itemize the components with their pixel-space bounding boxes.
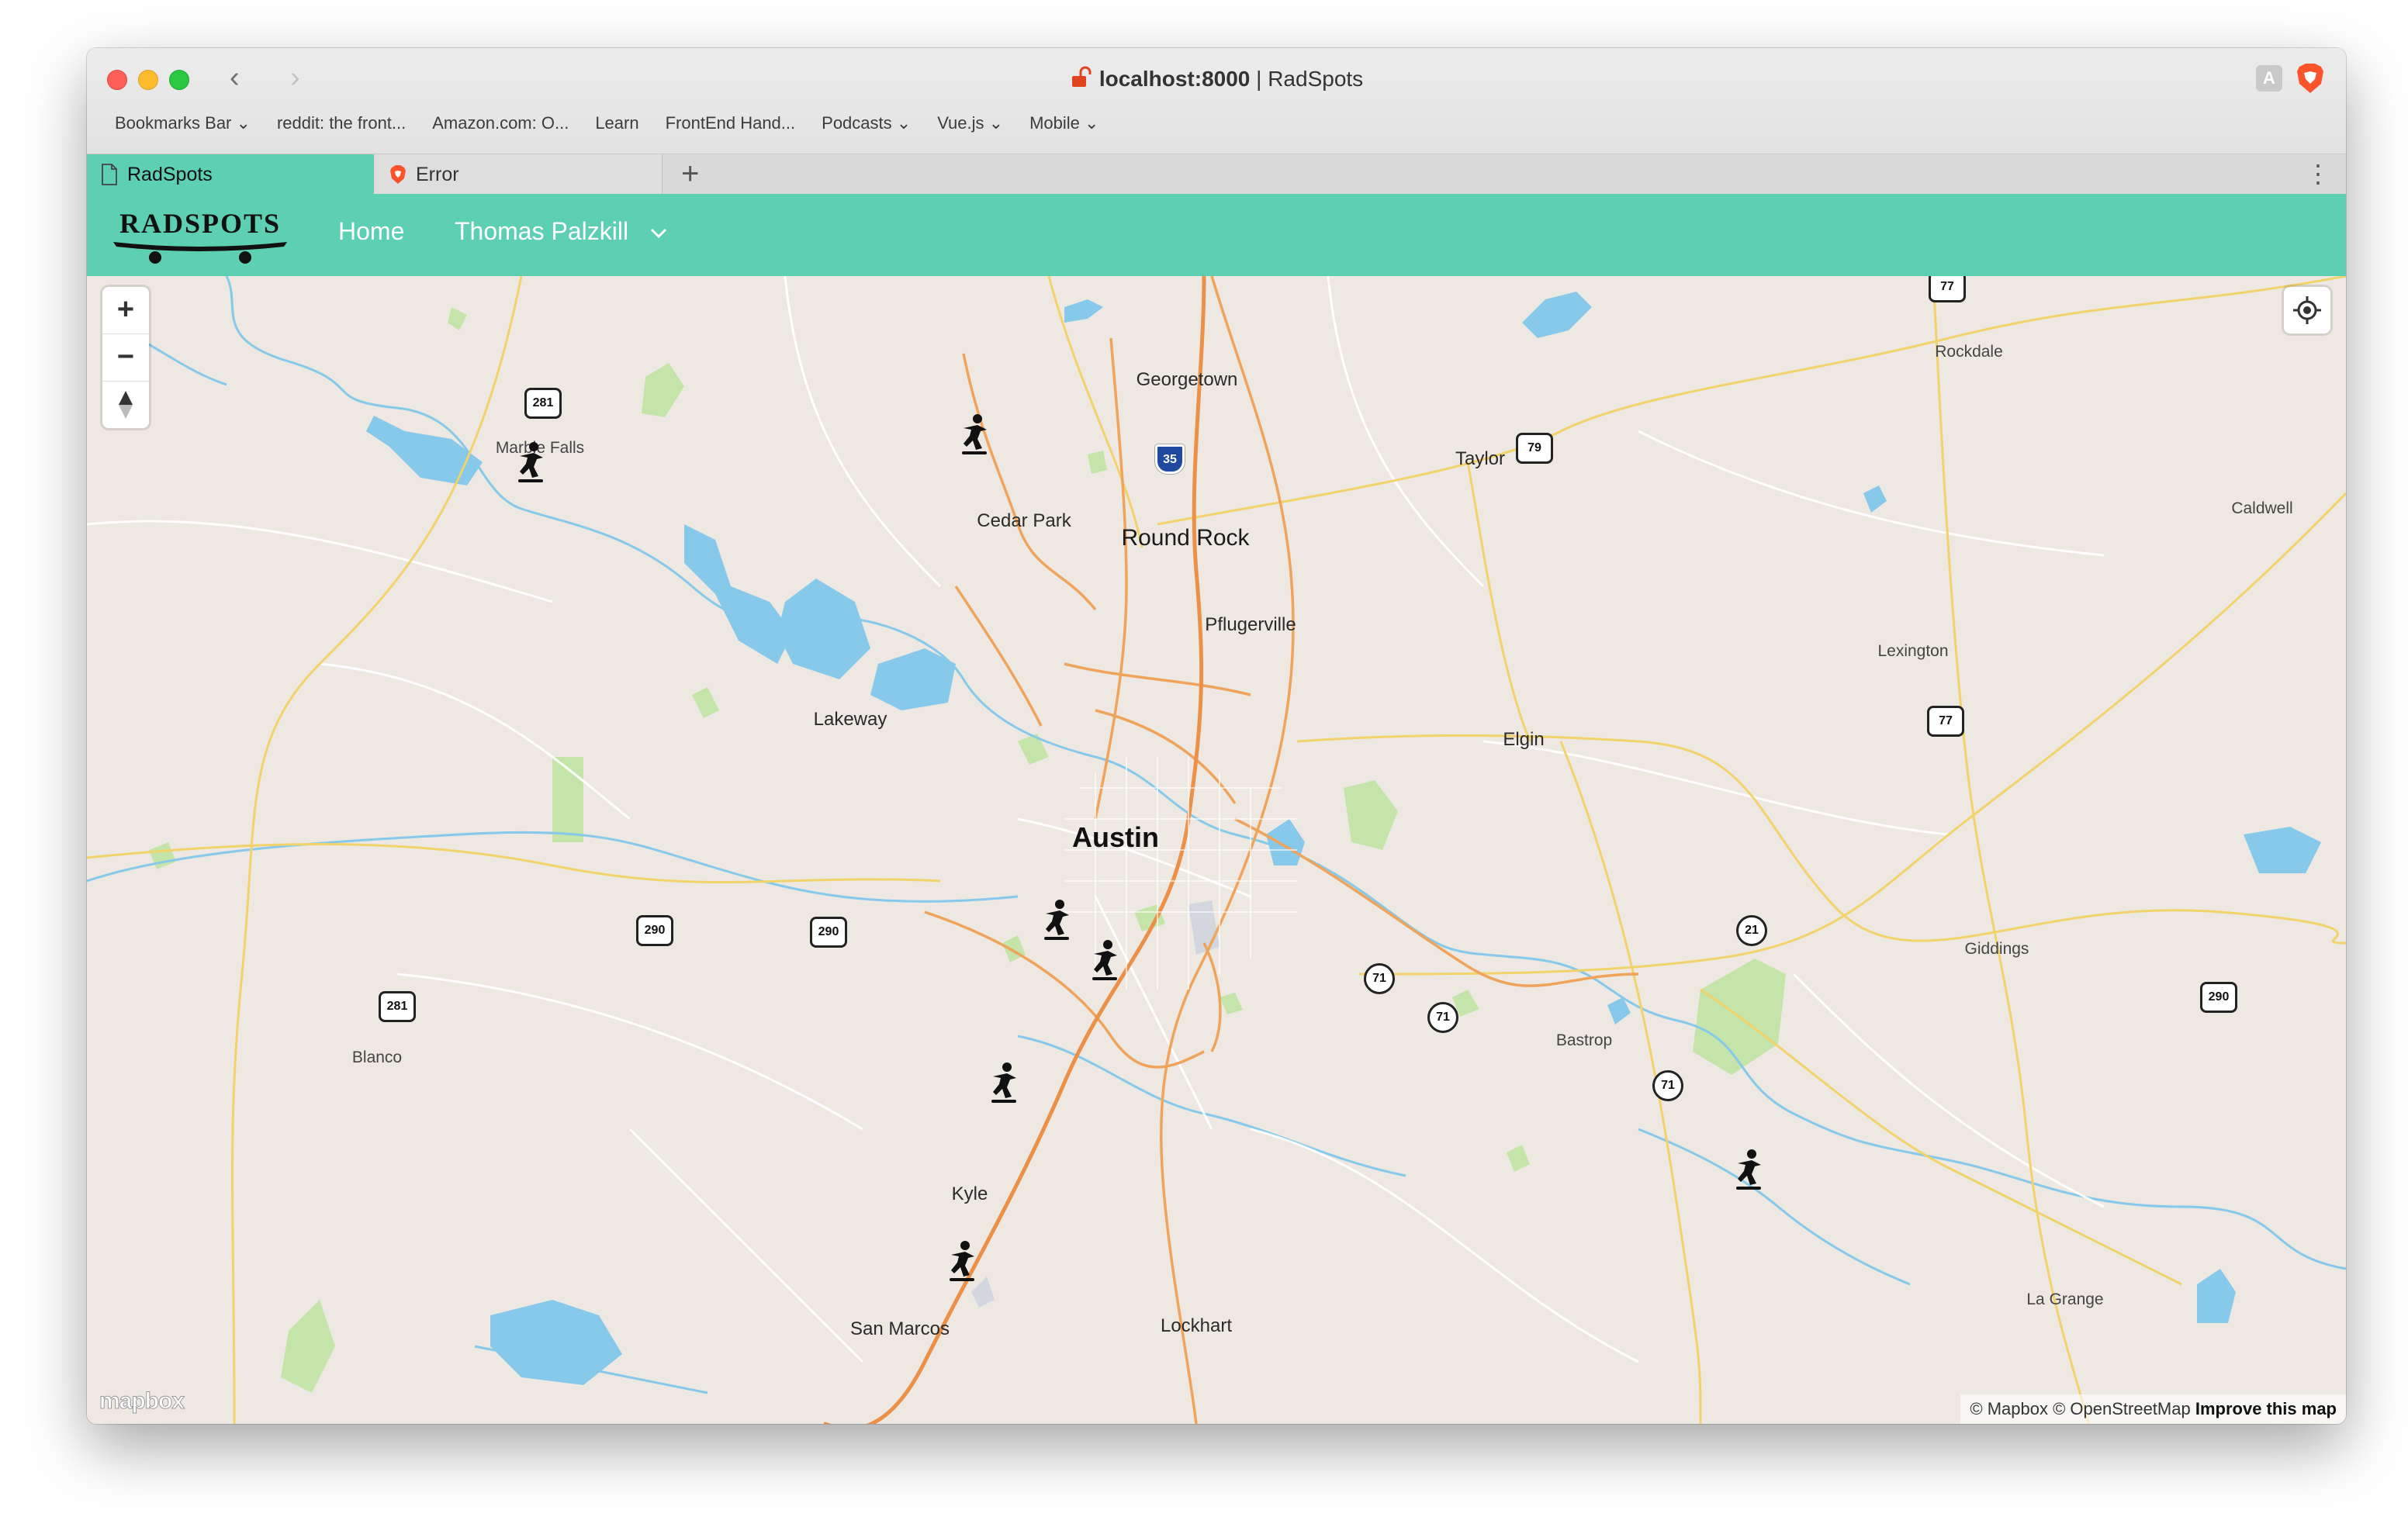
url-host: localhost:8000: [1098, 67, 1251, 91]
bookmark-item[interactable]: Mobile ⌄: [1029, 113, 1098, 133]
map-label-kyle: Kyle: [951, 1183, 988, 1204]
zoom-controls: + −: [102, 287, 149, 428]
tab-bar: RadSpots Error + ⋮: [87, 154, 2346, 195]
radspots-logo[interactable]: RADSPOTS: [109, 203, 292, 268]
map-basemap: [87, 276, 2346, 1424]
highway-shield: 290: [810, 917, 847, 948]
map-label-giddings: Giddings: [1964, 940, 2029, 958]
skater-marker-icon[interactable]: [1732, 1148, 1766, 1191]
highway-shield: 77: [1929, 276, 1966, 302]
map-canvas[interactable]: Georgetown Rockdale Marble Falls Taylor …: [87, 276, 2346, 1424]
highway-shield: 281: [524, 388, 562, 419]
map-label-pflugerville: Pflugerville: [1205, 614, 1296, 635]
map-label-georgetown: Georgetown: [1136, 369, 1238, 390]
tab-label: Error: [416, 164, 459, 185]
skater-marker-icon[interactable]: [1040, 898, 1074, 941]
zoom-out-button[interactable]: −: [102, 334, 149, 382]
state-highway-shield: 71: [1427, 1002, 1458, 1033]
brave-lion-icon[interactable]: [2295, 62, 2326, 95]
state-highway-shield: 71: [1652, 1070, 1683, 1101]
highway-shield: 79: [1516, 433, 1553, 464]
logo-text: RADSPOTS: [119, 208, 281, 239]
map-attribution: © Mapbox © OpenStreetMap Improve this ma…: [1960, 1394, 2346, 1424]
map-label-bastrop: Bastrop: [1555, 1031, 1613, 1049]
bookmark-item[interactable]: Podcasts ⌄: [822, 113, 911, 133]
interstate-shield: 35: [1155, 444, 1185, 474]
map-label-round-rock: Round Rock: [1121, 525, 1250, 551]
chevron-down-icon: [650, 228, 667, 238]
highway-shield: 281: [379, 991, 416, 1022]
url-page-title: RadSpots: [1268, 67, 1364, 91]
geolocate-button[interactable]: [2284, 287, 2330, 333]
zoom-in-button[interactable]: +: [102, 287, 149, 334]
compass-icon: [119, 391, 133, 419]
tab-error[interactable]: Error: [375, 154, 663, 195]
map-label-lockhart: Lockhart: [1160, 1315, 1233, 1336]
page-icon: [102, 164, 117, 185]
crosshair-icon: [2293, 296, 2321, 324]
state-highway-shield: 21: [1736, 915, 1767, 946]
bookmark-item[interactable]: Learn: [595, 113, 638, 133]
bookmark-item[interactable]: Vue.js ⌄: [937, 113, 1003, 133]
map-label-taylor: Taylor: [1455, 448, 1506, 469]
user-name: Thomas Palzkill: [455, 217, 629, 245]
app-navbar: RADSPOTS Home Thomas Palzkill: [87, 194, 2346, 276]
browser-titlebar: ‹ › localhost:8000 | RadSpots A Bookmark…: [87, 48, 2346, 154]
map-label-caldwell: Caldwell: [2231, 499, 2293, 517]
compass-button[interactable]: [102, 382, 149, 428]
highway-shield: 77: [1927, 706, 1964, 737]
bookmark-item[interactable]: Amazon.com: O...: [432, 113, 569, 133]
bookmark-item[interactable]: reddit: the front...: [277, 113, 406, 133]
map-label-elgin: Elgin: [1503, 729, 1545, 750]
url-separator: |: [1250, 67, 1268, 91]
address-bar[interactable]: localhost:8000 | RadSpots: [87, 65, 2346, 93]
skater-marker-icon[interactable]: [514, 441, 548, 484]
map-label-lexington: Lexington: [1877, 642, 1949, 660]
browser-window: ‹ › localhost:8000 | RadSpots A Bookmark…: [87, 48, 2346, 1424]
improve-map-link[interactable]: Improve this map: [2195, 1399, 2337, 1418]
highway-shield: 290: [2200, 982, 2237, 1013]
map-label-austin: Austin: [1072, 821, 1159, 853]
tab-label: RadSpots: [127, 164, 213, 185]
map-label-cedar-park: Cedar Park: [977, 510, 1071, 531]
mapbox-logo[interactable]: mapbox: [99, 1388, 185, 1415]
map-label-san-marcos: San Marcos: [849, 1318, 950, 1339]
skater-marker-icon[interactable]: [945, 1239, 979, 1283]
map-label-rockdale: Rockdale: [1935, 343, 2003, 361]
brave-icon: [390, 165, 406, 184]
unlocked-icon: [1071, 66, 1092, 87]
map-label-lakeway: Lakeway: [813, 709, 887, 730]
bookmark-item[interactable]: FrontEnd Hand...: [666, 113, 796, 133]
map-label-blanco: Blanco: [351, 1049, 403, 1066]
map-label-la-grange: La Grange: [2026, 1290, 2104, 1308]
skater-marker-icon[interactable]: [1088, 938, 1122, 982]
skater-marker-icon[interactable]: [957, 413, 991, 456]
skater-marker-icon[interactable]: [987, 1061, 1021, 1104]
tab-radspots[interactable]: RadSpots: [87, 154, 374, 195]
state-highway-shield: 71: [1364, 963, 1395, 994]
highway-shield: 290: [636, 915, 673, 946]
bookmarks-bar: Bookmarks Bar ⌄ reddit: the front... Ama…: [115, 113, 1098, 133]
bookmark-item[interactable]: Bookmarks Bar ⌄: [115, 113, 251, 133]
tab-menu-icon[interactable]: ⋮: [2306, 161, 2330, 187]
nav-home-link[interactable]: Home: [338, 217, 404, 246]
user-menu-dropdown[interactable]: Thomas Palzkill: [455, 217, 668, 246]
extension-icon[interactable]: A: [2256, 65, 2282, 92]
attribution-text[interactable]: © Mapbox © OpenStreetMap: [1970, 1399, 2190, 1418]
new-tab-button[interactable]: +: [669, 154, 711, 193]
